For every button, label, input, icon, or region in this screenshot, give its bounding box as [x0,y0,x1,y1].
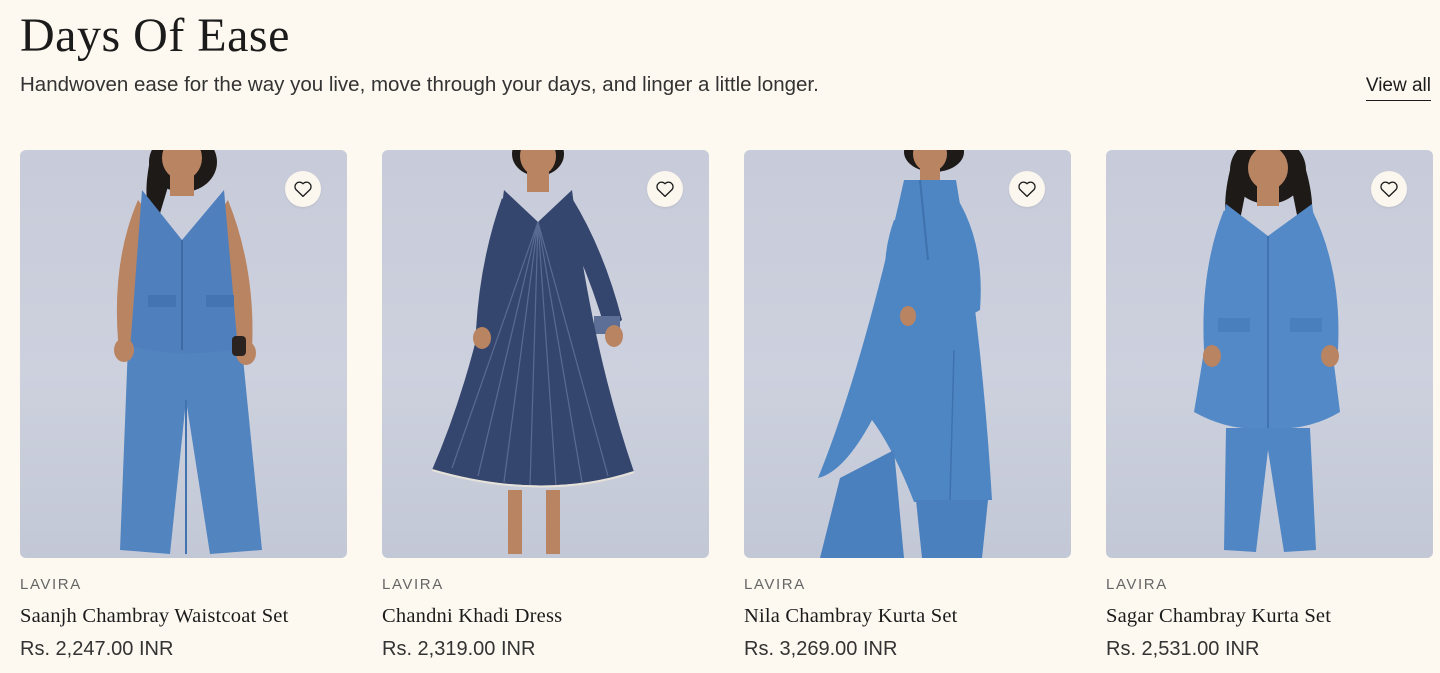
product-image[interactable] [382,150,709,558]
wishlist-button[interactable] [647,171,683,207]
product-brand: LAVIRA [382,576,444,593]
product-name[interactable]: Saanjh Chambray Waistcoat Set [20,604,347,628]
model-photo-illustration [1194,150,1340,552]
product-brand: LAVIRA [1106,576,1168,593]
product-price: Rs. 2,247.00 INR [20,638,174,660]
wishlist-button[interactable] [1009,171,1045,207]
collection-section: Days Of Ease Handwoven ease for the way … [0,0,1440,673]
model-photo-illustration [431,150,635,554]
product-card[interactable]: LAVIRA Sagar Chambray Kurta Set Rs. 2,53… [1106,150,1433,661]
product-image[interactable] [1106,150,1433,558]
model-photo-illustration [818,150,992,558]
section-title: Days Of Ease [20,9,290,62]
model-photo-illustration [114,150,262,554]
product-price: Rs. 2,319.00 INR [382,638,536,660]
heart-outline-icon [1380,181,1398,198]
product-card[interactable]: LAVIRA Saanjh Chambray Waistcoat Set Rs.… [20,150,347,661]
heart-outline-icon [1018,181,1036,198]
heart-outline-icon [294,181,312,198]
product-image[interactable] [20,150,347,558]
product-price: Rs. 2,531.00 INR [1106,638,1260,660]
wishlist-button[interactable] [1371,171,1407,207]
product-grid: LAVIRA Saanjh Chambray Waistcoat Set Rs.… [20,150,1433,661]
section-subtitle: Handwoven ease for the way you live, mov… [20,73,819,96]
product-name[interactable]: Nila Chambray Kurta Set [744,604,1071,628]
product-name[interactable]: Sagar Chambray Kurta Set [1106,604,1433,628]
product-card[interactable]: LAVIRA Chandni Khadi Dress Rs. 2,319.00 … [382,150,709,661]
product-card[interactable]: LAVIRA Nila Chambray Kurta Set Rs. 3,269… [744,150,1071,661]
product-image[interactable] [744,150,1071,558]
product-price: Rs. 3,269.00 INR [744,638,898,660]
heart-outline-icon [656,181,674,198]
product-brand: LAVIRA [744,576,806,593]
product-name[interactable]: Chandni Khadi Dress [382,604,709,628]
wishlist-button[interactable] [285,171,321,207]
product-brand: LAVIRA [20,576,82,593]
view-all-link[interactable]: View all [1365,73,1431,101]
